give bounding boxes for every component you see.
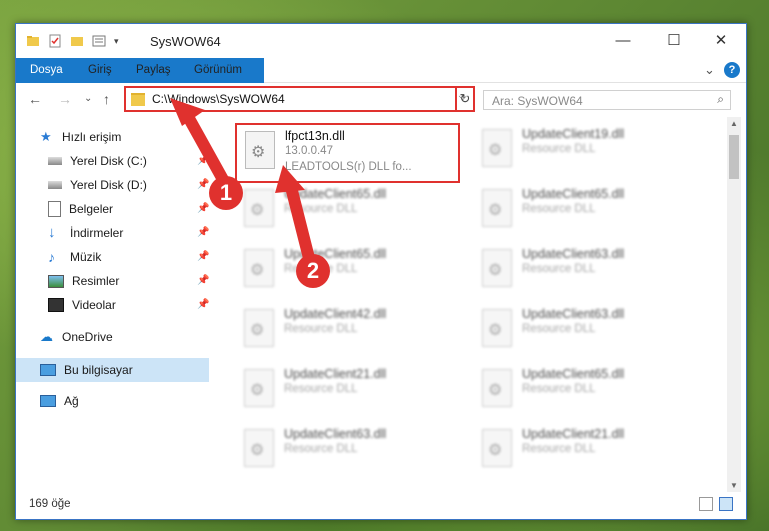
annotation-arrow-1 xyxy=(170,98,316,268)
callout-badge-1: 1 xyxy=(209,176,243,210)
callout-badge-2: 2 xyxy=(296,254,330,288)
